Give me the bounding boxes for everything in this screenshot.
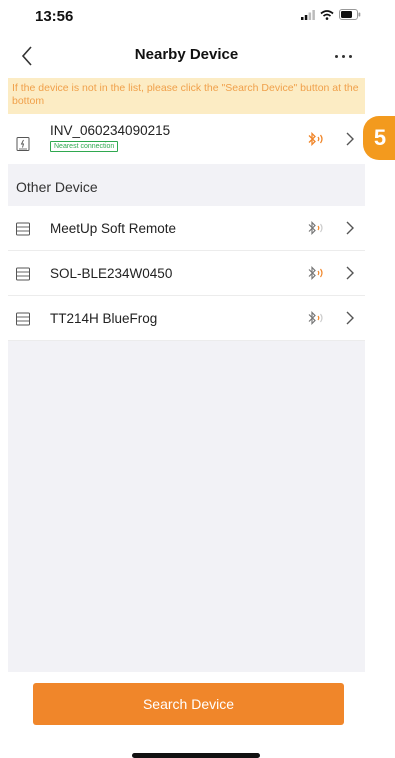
step-marker-badge: 5 <box>363 116 395 160</box>
more-dots-icon <box>341 54 345 58</box>
bluetooth-icon <box>308 311 323 325</box>
chevron-right-icon <box>346 311 354 325</box>
device-name: SOL-BLE234W0450 <box>50 266 173 281</box>
more-dots-icon <box>334 54 338 58</box>
status-icons <box>301 9 361 20</box>
other-device-list: MeetUp Soft Remote SOL-BLE234W0450 TT214… <box>8 206 365 341</box>
search-hint-banner: If the device is not in the list, please… <box>8 78 365 114</box>
list-item-device-1[interactable]: MeetUp Soft Remote <box>8 206 365 251</box>
battery-icon <box>339 9 361 20</box>
signal-icon <box>301 9 315 20</box>
chevron-right-icon <box>346 132 354 146</box>
status-bar: 13:56 <box>8 0 365 34</box>
more-options-button[interactable] <box>329 48 357 64</box>
wifi-icon <box>320 9 334 20</box>
device-name: TT214H BlueFrog <box>50 311 158 326</box>
nearest-device-row[interactable]: INV_060234090215 Nearest connection <box>8 114 365 164</box>
chevron-right-icon <box>346 221 354 235</box>
device-icon <box>16 312 30 326</box>
device-icon <box>16 267 30 281</box>
page-title: Nearby Device <box>134 46 239 63</box>
app-screen: 13:56 Nearby Device If the device is not… <box>8 0 365 758</box>
device-name: MeetUp Soft Remote <box>50 221 177 236</box>
other-device-heading: Other Device <box>16 179 98 195</box>
device-icon <box>16 222 30 236</box>
list-item-device-3[interactable]: TT214H BlueFrog <box>8 296 365 341</box>
nearest-connection-badge: Nearest connection <box>50 141 119 152</box>
bluetooth-icon <box>308 132 323 146</box>
inverter-device-icon <box>16 137 30 151</box>
nearest-device-name: INV_060234090215 <box>50 123 171 138</box>
status-time: 13:56 <box>35 8 74 25</box>
search-device-button[interactable]: Search Device <box>33 683 344 725</box>
nav-header: Nearby Device <box>8 34 365 78</box>
home-indicator <box>132 753 260 758</box>
bluetooth-icon <box>308 266 323 280</box>
more-dots-icon <box>348 54 352 58</box>
bluetooth-icon <box>308 221 323 235</box>
chevron-right-icon <box>346 266 354 280</box>
list-item-device-2[interactable]: SOL-BLE234W0450 <box>8 251 365 296</box>
